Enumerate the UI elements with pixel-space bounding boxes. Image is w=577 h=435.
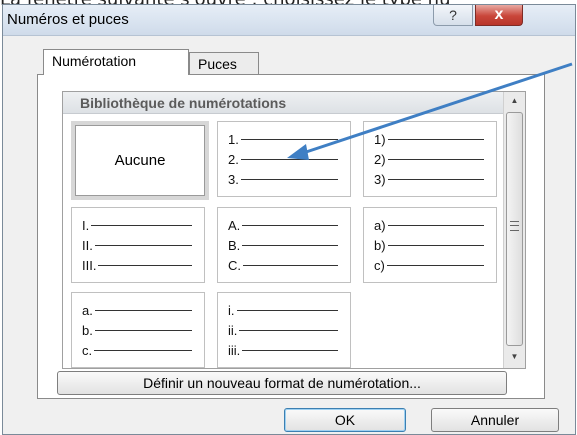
close-button[interactable]: x: [475, 5, 523, 26]
list-line: c): [374, 256, 486, 274]
scrollbar-thumb[interactable]: [506, 112, 523, 346]
tab-panel: Bibliothèque de numérotations Aucune 1. …: [37, 74, 545, 399]
list-line: a.: [82, 301, 194, 319]
define-new-format-button[interactable]: Définir un nouveau format de numérotatio…: [57, 371, 507, 395]
none-label: Aucune: [114, 152, 166, 169]
dialog-title: Numéros et puces: [7, 11, 129, 28]
tab-numerotation[interactable]: Numérotation: [43, 49, 189, 75]
list-line: C.: [228, 256, 340, 274]
close-icon: x: [494, 6, 504, 23]
list-line: iii.: [228, 341, 340, 359]
library-scrollbar[interactable]: ▲ ▼: [503, 92, 525, 368]
tab-puces[interactable]: Puces: [189, 52, 259, 76]
title-bar: Numéros et puces ? x: [3, 5, 575, 36]
format-upper-alpha[interactable]: A. B. C.: [217, 207, 351, 283]
format-decimal-period[interactable]: 1. 2. 3.: [217, 121, 351, 197]
list-line: b.: [82, 321, 194, 339]
format-lower-roman[interactable]: i. ii. iii.: [217, 292, 351, 368]
format-lower-alpha-period[interactable]: a. b. c.: [71, 292, 205, 368]
scroll-up-icon[interactable]: ▲: [508, 94, 521, 108]
list-line: III.: [82, 256, 194, 274]
list-line: c.: [82, 341, 194, 359]
list-line: II.: [82, 236, 194, 254]
list-line: 3): [374, 170, 486, 188]
tab-label: Numérotation: [52, 53, 137, 69]
list-line: 3.: [228, 170, 340, 188]
list-line: 2): [374, 150, 486, 168]
list-line: 1): [374, 130, 486, 148]
list-line: b): [374, 236, 486, 254]
list-line: I.: [82, 216, 194, 234]
list-line: 2.: [228, 150, 340, 168]
list-line: B.: [228, 236, 340, 254]
list-line: A.: [228, 216, 340, 234]
list-line: i.: [228, 301, 340, 319]
list-line: 1.: [228, 130, 340, 148]
ok-button[interactable]: OK: [284, 408, 406, 432]
cancel-button[interactable]: Annuler: [431, 408, 559, 432]
format-none[interactable]: Aucune: [71, 121, 209, 200]
scroll-down-icon[interactable]: ▼: [508, 350, 521, 364]
numbering-dialog: Numéros et puces ? x Numérotation Puces …: [2, 4, 576, 435]
tab-label: Puces: [198, 56, 237, 72]
list-line: ii.: [228, 321, 340, 339]
help-button[interactable]: ?: [433, 5, 473, 26]
format-lower-alpha-paren[interactable]: a) b) c): [363, 207, 497, 283]
numbering-library: Bibliothèque de numérotations Aucune 1. …: [62, 91, 526, 369]
list-line: a): [374, 216, 486, 234]
grip-icon: [510, 221, 519, 231]
format-upper-roman[interactable]: I. II. III.: [71, 207, 205, 283]
format-decimal-paren[interactable]: 1) 2) 3): [363, 121, 497, 197]
help-icon: ?: [449, 7, 457, 23]
library-header: Bibliothèque de numérotations: [63, 92, 503, 114]
